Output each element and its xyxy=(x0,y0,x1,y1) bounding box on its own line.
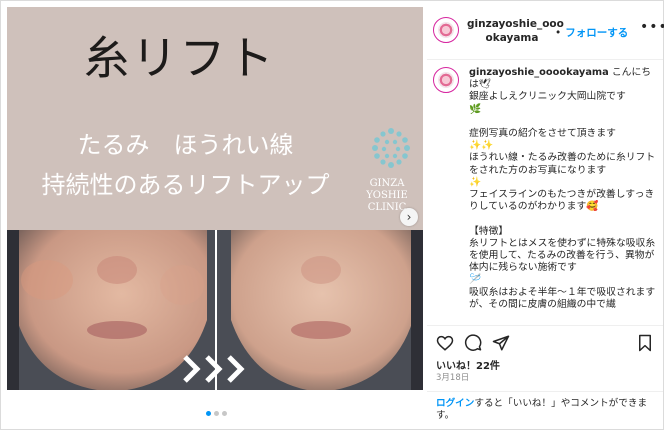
post-subtitle-line2: 持続性のあるリフトアップ xyxy=(41,171,330,199)
login-prompt-text: ログインすると「いいね！」やコメントができます。 xyxy=(436,398,658,422)
post-media-carousel[interactable]: 糸リフト たるみ ほうれい線 持続性のあるリフトアップ GINZA YOSHIE… xyxy=(7,7,423,420)
clinic-name-line1: GINZA xyxy=(369,178,405,189)
ellipsis-icon: ••• xyxy=(640,19,664,35)
instagram-post-window: 糸リフト たるみ ほうれい線 持続性のあるリフトアップ GINZA YOSHIE… xyxy=(0,0,664,430)
dot-separator: • xyxy=(555,27,562,39)
post-date[interactable]: 3月18日 xyxy=(436,371,469,383)
login-prompt: ログインすると「いいね！」やコメントができます。 xyxy=(427,391,663,430)
bookmark-icon[interactable] xyxy=(636,334,654,352)
title-banner: 糸リフト たるみ ほうれい線 持続性のあるリフトアップ GINZA YOSHIE… xyxy=(7,7,423,230)
header-username-line1: ginzayoshie_ooo xyxy=(467,18,564,30)
triple-arrow-icon xyxy=(183,355,245,383)
post-subtitle-line1: たるみ ほうれい線 xyxy=(77,131,294,159)
caption-text: ginzayoshie_ooookayama こんにちは🕊 銀座よしえクリニック… xyxy=(469,67,659,311)
action-bar xyxy=(427,325,663,356)
carousel-dot-1 xyxy=(206,411,211,416)
avatar[interactable] xyxy=(433,17,459,43)
heart-icon[interactable] xyxy=(436,334,454,352)
clinic-avatar-icon xyxy=(438,22,454,38)
carousel-next-button[interactable]: › xyxy=(400,208,418,226)
caption-body: こんにちは🕊 銀座よしえクリニック大岡山院です 🌿 症例写真の紹介をさせて頂きま… xyxy=(469,67,656,310)
comment-icon[interactable] xyxy=(464,334,482,352)
header-username[interactable]: ginzayoshie_ooo okayama xyxy=(467,17,564,45)
post-header: ginzayoshie_ooo okayama •フォローする ••• xyxy=(427,7,664,60)
follow-label: フォローする xyxy=(565,27,629,39)
caption-username[interactable]: ginzayoshie_ooookayama xyxy=(469,67,609,78)
clinic-avatar-icon xyxy=(438,72,454,88)
like-count[interactable]: いいね！22件 xyxy=(436,357,500,372)
more-options-button[interactable]: ••• xyxy=(640,19,664,35)
carousel-dot-3 xyxy=(222,411,227,416)
avatar[interactable] xyxy=(433,67,459,93)
post-side-panel: ginzayoshie_ooo okayama •フォローする ••• ginz… xyxy=(427,7,664,430)
header-username-line2: okayama xyxy=(485,32,539,44)
login-link[interactable]: ログイン xyxy=(436,398,474,409)
post-headline: 糸リフト xyxy=(83,31,276,85)
carousel-dot-2 xyxy=(214,411,219,416)
chevron-right-icon: › xyxy=(406,210,412,224)
carousel-indicator xyxy=(7,390,423,420)
share-icon[interactable] xyxy=(492,334,510,352)
post-caption: ginzayoshie_ooookayama こんにちは🕊 銀座よしえクリニック… xyxy=(427,65,663,323)
follow-button[interactable]: • フォローする xyxy=(555,25,628,40)
